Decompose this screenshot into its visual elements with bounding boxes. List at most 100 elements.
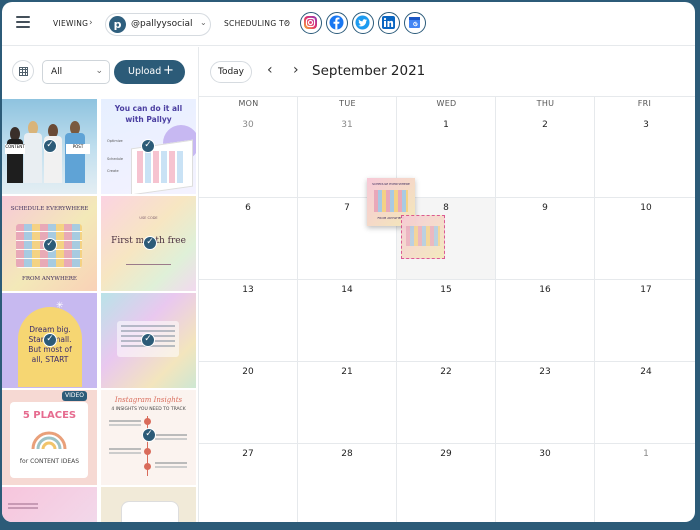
thumb-title: Instagram Insights <box>114 396 183 404</box>
google-business-button[interactable] <box>404 12 426 34</box>
filter-value: All <box>51 67 63 77</box>
day-number[interactable]: 3 <box>636 120 656 130</box>
thumb-bottom-right[interactable] <box>101 487 196 522</box>
day-number[interactable]: 2 <box>535 120 555 130</box>
selected-check-icon: ✓ <box>43 333 57 347</box>
day-header: WED <box>436 99 457 108</box>
google-business-icon <box>409 17 420 28</box>
thumb-small-text: for CONTENT IDEAS <box>19 458 80 465</box>
instagram-icon <box>304 16 317 29</box>
day-number[interactable]: 29 <box>436 449 456 459</box>
day-number[interactable]: 13 <box>238 285 258 295</box>
month-title: September 2021 <box>312 63 426 79</box>
thumb-first-month-free[interactable]: USE CODE First month free ✓ <box>101 196 196 291</box>
linkedin-button[interactable] <box>378 12 400 34</box>
thumb-do-it-all[interactable]: You can do it all with Pallyy Optimize S… <box>101 99 196 194</box>
day-number[interactable]: 7 <box>337 203 357 213</box>
divider <box>199 443 695 444</box>
day-number[interactable]: 31 <box>337 120 357 130</box>
facebook-icon <box>329 15 344 30</box>
day-number[interactable]: 21 <box>337 367 357 377</box>
thumb-people-photo[interactable]: CONTENT POST ✓ <box>2 99 97 194</box>
selected-check-icon: ✓ <box>143 236 157 250</box>
rainbow-icon <box>31 431 67 450</box>
account-selector[interactable]: p @pallyysocial ⌄ <box>105 13 211 36</box>
thumb-bottom-left[interactable] <box>2 487 97 522</box>
day-number[interactable]: 1 <box>436 120 456 130</box>
day-number[interactable]: 20 <box>238 367 258 377</box>
thumb-5-places[interactable]: VIDEO 5 PLACES for CONTENT IDEAS <box>2 390 97 485</box>
day-number[interactable]: 1 <box>636 449 656 459</box>
divider <box>199 279 695 280</box>
chevron-down-icon: ⌄ <box>200 18 207 27</box>
linkedin-icon <box>382 16 395 29</box>
app-window: VIEWING › p @pallyysocial ⌄ SCHEDULING T… <box>2 2 695 522</box>
selected-check-icon: ✓ <box>141 139 155 153</box>
menu-icon[interactable] <box>16 16 30 30</box>
thumb-quote-pastel[interactable]: ✓ <box>101 293 196 388</box>
day-number[interactable]: 15 <box>436 285 456 295</box>
day-number[interactable]: 10 <box>636 203 656 213</box>
media-filter-select[interactable]: All ⌄ <box>42 60 110 84</box>
divider <box>199 96 695 97</box>
thumb-title: You can do it all <box>114 104 183 113</box>
thumb-subtitle: with Pallyy <box>125 115 172 124</box>
day-number[interactable]: 22 <box>436 367 456 377</box>
drop-placeholder <box>401 215 445 259</box>
calendar: Today ‹ › September 2021 MON TUE WED THU… <box>199 47 695 522</box>
day-number[interactable]: 9 <box>535 203 555 213</box>
facebook-button[interactable] <box>326 12 348 34</box>
day-number[interactable]: 8 <box>436 203 456 213</box>
day-number[interactable]: 28 <box>337 449 357 459</box>
divider <box>495 96 496 522</box>
thumb-dream-big[interactable]: Dream big. Start small. But most of all,… <box>2 293 97 388</box>
day-header: TUE <box>339 99 356 108</box>
upload-button[interactable]: Upload + <box>114 60 185 84</box>
account-name: @pallyysocial <box>131 19 193 29</box>
chevron-down-icon: ⌄ <box>95 66 103 76</box>
plus-icon: + <box>163 63 174 78</box>
day-number[interactable]: 14 <box>337 285 357 295</box>
chevron-right-icon: › <box>285 18 289 28</box>
selected-check-icon: ✓ <box>142 428 156 442</box>
upload-label: Upload <box>128 66 162 77</box>
chevron-left-icon[interactable]: ‹ <box>267 62 273 78</box>
day-number[interactable]: 30 <box>535 449 555 459</box>
grid-icon <box>19 67 28 76</box>
day-number[interactable]: 17 <box>636 285 656 295</box>
thumb-big-text: 5 PLACES <box>22 410 77 421</box>
day-number[interactable]: 24 <box>636 367 656 377</box>
day-number[interactable]: 16 <box>535 285 555 295</box>
day-number[interactable]: 23 <box>535 367 555 377</box>
day-header: THU <box>536 99 555 108</box>
day-number[interactable]: 6 <box>238 203 258 213</box>
instagram-button[interactable] <box>300 12 322 34</box>
thumb-top-text: SCHEDULE EVERYWHERE <box>10 206 89 212</box>
divider <box>297 96 298 522</box>
top-bar: VIEWING › p @pallyysocial ⌄ SCHEDULING T… <box>2 2 695 46</box>
thumb-insights[interactable]: Instagram Insights 4 INSIGHTS YOU NEED T… <box>101 390 196 485</box>
divider <box>396 96 397 522</box>
viewing-label: VIEWING <box>53 19 89 28</box>
thumb-schedule-everywhere[interactable]: SCHEDULE EVERYWHERE FROM ANYWHERE ✓ <box>2 196 97 291</box>
pallyy-logo: p <box>109 16 126 33</box>
divider <box>199 361 695 362</box>
divider <box>594 96 595 522</box>
media-library: All ⌄ Upload + CONTENT POST ✓ You can do… <box>2 47 199 522</box>
thumb-subtitle: 4 INSIGHTS YOU NEED TO TRACK <box>111 407 186 412</box>
scheduling-label: SCHEDULING TO <box>224 19 291 28</box>
day-number[interactable]: 30 <box>238 120 258 130</box>
today-button[interactable]: Today <box>210 61 252 83</box>
day-header: MON <box>238 99 259 108</box>
selected-check-icon: ✓ <box>43 139 57 153</box>
twitter-button[interactable] <box>352 12 374 34</box>
chevron-right-icon: › <box>89 18 93 28</box>
selected-check-icon: ✓ <box>141 333 155 347</box>
selected-check-icon: ✓ <box>43 238 57 252</box>
twitter-icon <box>355 15 370 30</box>
chevron-right-icon[interactable]: › <box>293 62 299 78</box>
video-badge: VIDEO <box>62 391 88 401</box>
day-number[interactable]: 27 <box>238 449 258 459</box>
grid-view-button[interactable] <box>12 60 34 82</box>
thumb-bottom-text: FROM ANYWHERE <box>22 276 77 282</box>
